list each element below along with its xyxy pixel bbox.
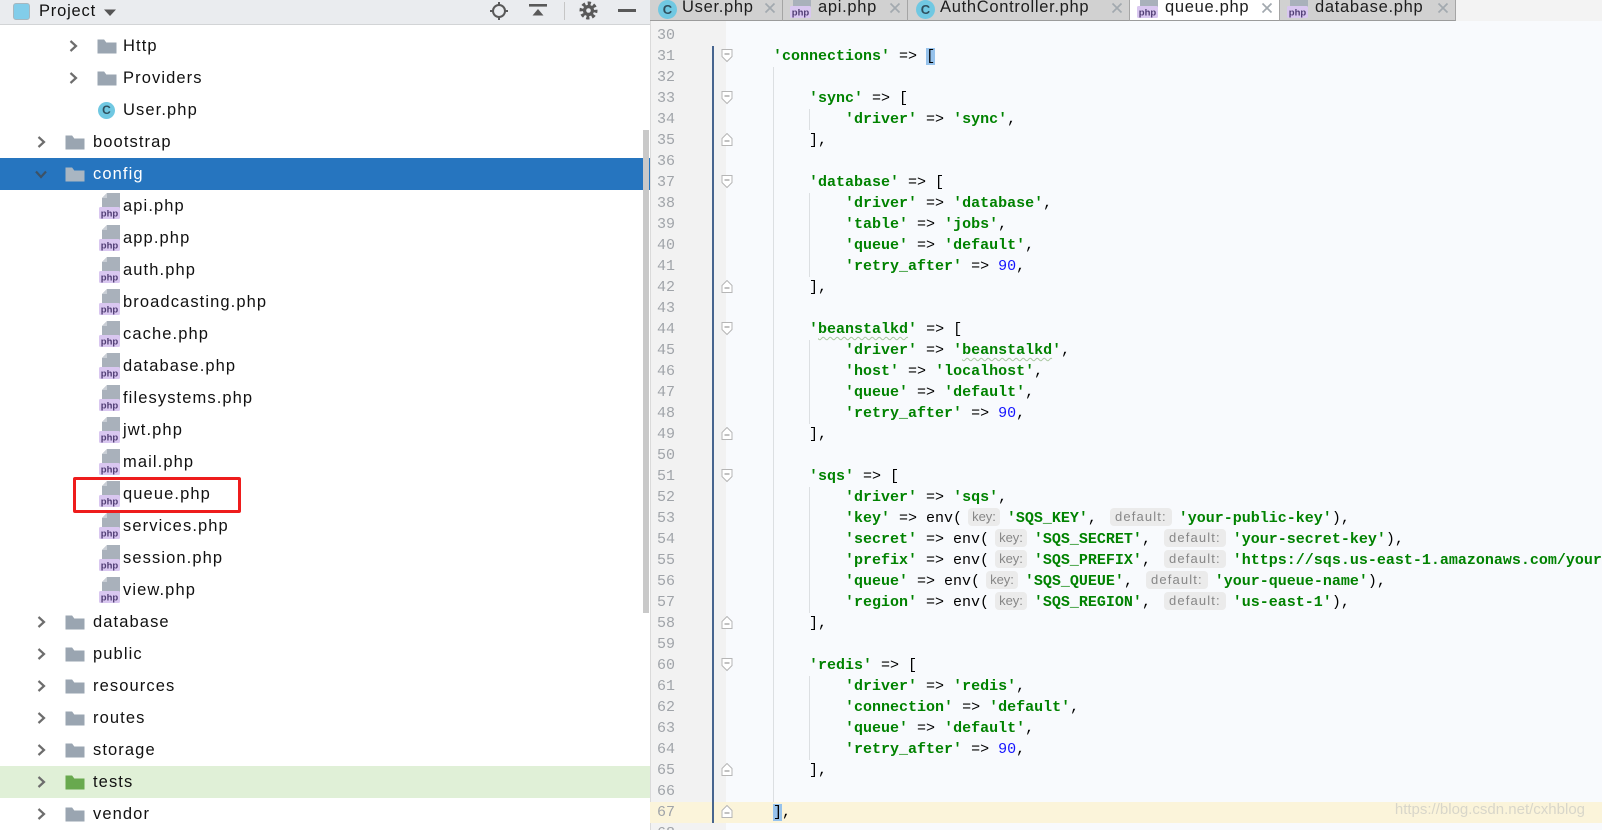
svg-text:php: php [101,209,119,220]
svg-text:php: php [101,401,119,412]
svg-text:php: php [1289,8,1307,19]
svg-text:php: php [101,369,119,380]
svg-text:php: php [101,561,119,572]
svg-text:php: php [101,241,119,252]
svg-text:php: php [101,593,119,604]
svg-text:php: php [101,529,119,540]
svg-text:php: php [1139,8,1157,19]
svg-text:php: php [101,305,119,316]
svg-text:php: php [101,433,119,444]
svg-text:php: php [101,465,119,476]
svg-text:php: php [101,273,119,284]
svg-text:php: php [792,8,810,19]
svg-text:php: php [101,337,119,348]
